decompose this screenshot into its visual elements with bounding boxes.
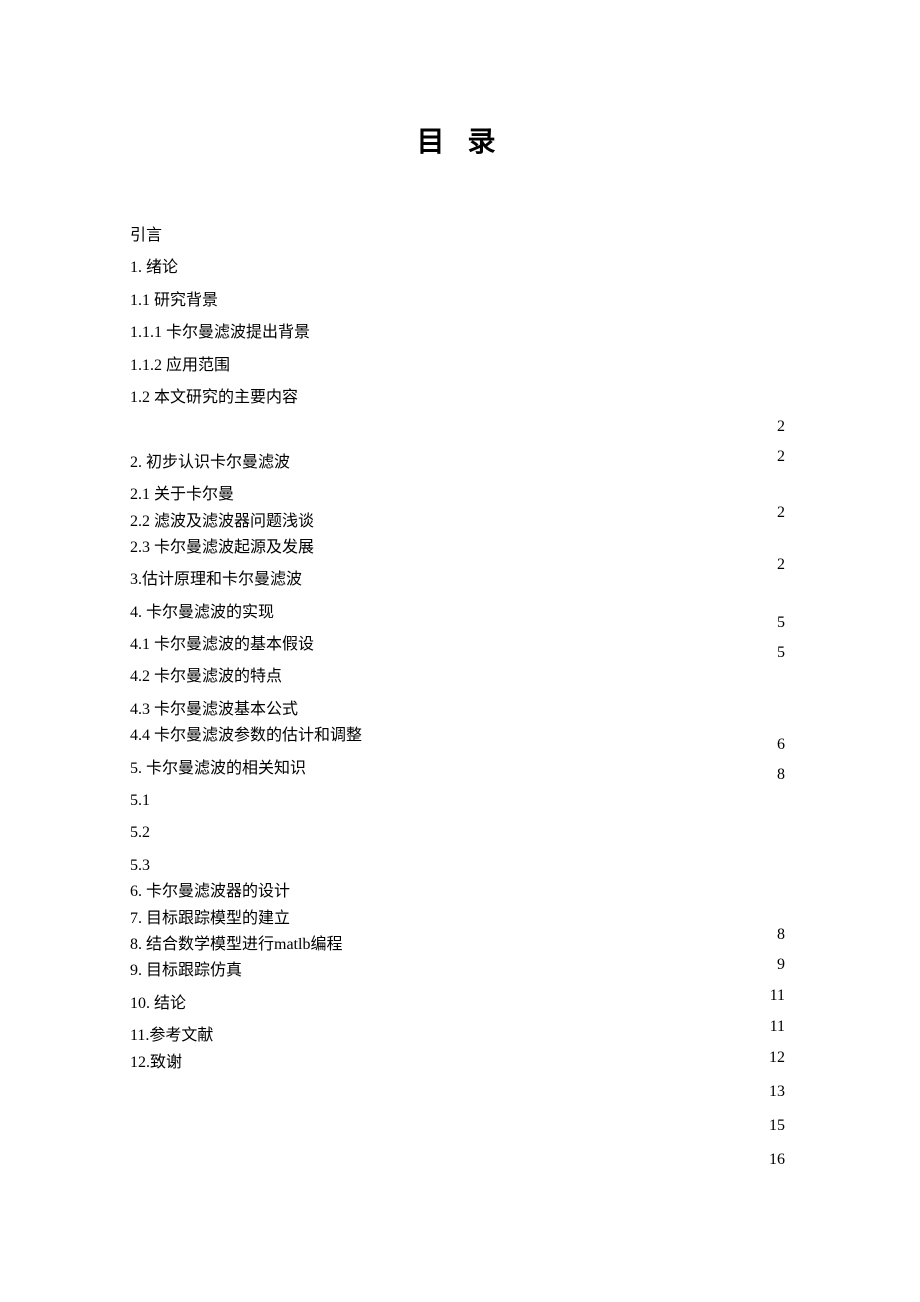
toc-entry: 5.3	[130, 855, 630, 877]
toc-entry: 4. 卡尔曼滤波的实现	[130, 602, 630, 624]
toc-entries: 引言 1. 绪论 1.1 研究背景 1.1.1 卡尔曼滤波提出背景 1.1.2 …	[130, 225, 630, 1084]
toc-entry: 2.3 卡尔曼滤波起源及发展	[130, 537, 630, 559]
toc-entry: 1.1.1 卡尔曼滤波提出背景	[130, 322, 630, 344]
toc-entry: 5.2	[130, 822, 630, 844]
page-number: 15	[769, 1117, 785, 1135]
page-numbers-column: 2 2 2 2 5 5 6 8 8 9 11 11 12 13 15 16	[769, 418, 785, 1185]
toc-entry: 4.2 卡尔曼滤波的特点	[130, 666, 630, 688]
page-number: 8	[769, 766, 785, 784]
page-number: 2	[769, 504, 785, 522]
page-number: 6	[769, 736, 785, 754]
toc-entry: 2.1 关于卡尔曼	[130, 484, 630, 506]
toc-entry: 9. 目标跟踪仿真	[130, 960, 630, 982]
toc-entry: 1.1 研究背景	[130, 290, 630, 312]
toc-entry: 12.致谢	[130, 1052, 630, 1074]
page-number: 13	[769, 1083, 785, 1101]
toc-entry: 11.参考文献	[130, 1025, 630, 1047]
toc-entry	[130, 419, 630, 441]
page-number: 11	[769, 1018, 785, 1036]
toc-entry: 5.1	[130, 790, 630, 812]
toc-entry: 引言	[130, 225, 630, 247]
page-number: 12	[769, 1049, 785, 1067]
toc-entry: 2. 初步认识卡尔曼滤波	[130, 452, 630, 474]
page-number: 2	[769, 448, 785, 466]
page-number: 5	[769, 614, 785, 632]
toc-entry: 4.3 卡尔曼滤波基本公式	[130, 699, 630, 721]
toc-entry: 5. 卡尔曼滤波的相关知识	[130, 758, 630, 780]
page-number: 16	[769, 1151, 785, 1169]
toc-entry: 6. 卡尔曼滤波器的设计	[130, 881, 630, 903]
page-number: 9	[769, 956, 785, 974]
page-number: 2	[769, 556, 785, 574]
toc-entry: 4.1 卡尔曼滤波的基本假设	[130, 634, 630, 656]
toc-entry: 1.2 本文研究的主要内容	[130, 387, 630, 409]
toc-entry: 10. 结论	[130, 993, 630, 1015]
toc-entry: 1.1.2 应用范围	[130, 355, 630, 377]
toc-entry: 7. 目标跟踪模型的建立	[130, 908, 630, 930]
page-number: 11	[769, 987, 785, 1005]
toc-entry: 4.4 卡尔曼滤波参数的估计和调整	[130, 725, 630, 747]
toc-title: 目 录	[130, 120, 790, 160]
page-number: 5	[769, 644, 785, 662]
toc-entry: 8. 结合数学模型进行matlb编程	[130, 934, 630, 956]
toc-entry: 1. 绪论	[130, 257, 630, 279]
page-number: 2	[769, 418, 785, 436]
page-number: 8	[769, 926, 785, 944]
toc-entry: 2.2 滤波及滤波器问题浅谈	[130, 511, 630, 533]
document-page: 目 录 引言 1. 绪论 1.1 研究背景 1.1.1 卡尔曼滤波提出背景 1.…	[0, 0, 920, 310]
toc-entry: 3.估计原理和卡尔曼滤波	[130, 569, 630, 591]
